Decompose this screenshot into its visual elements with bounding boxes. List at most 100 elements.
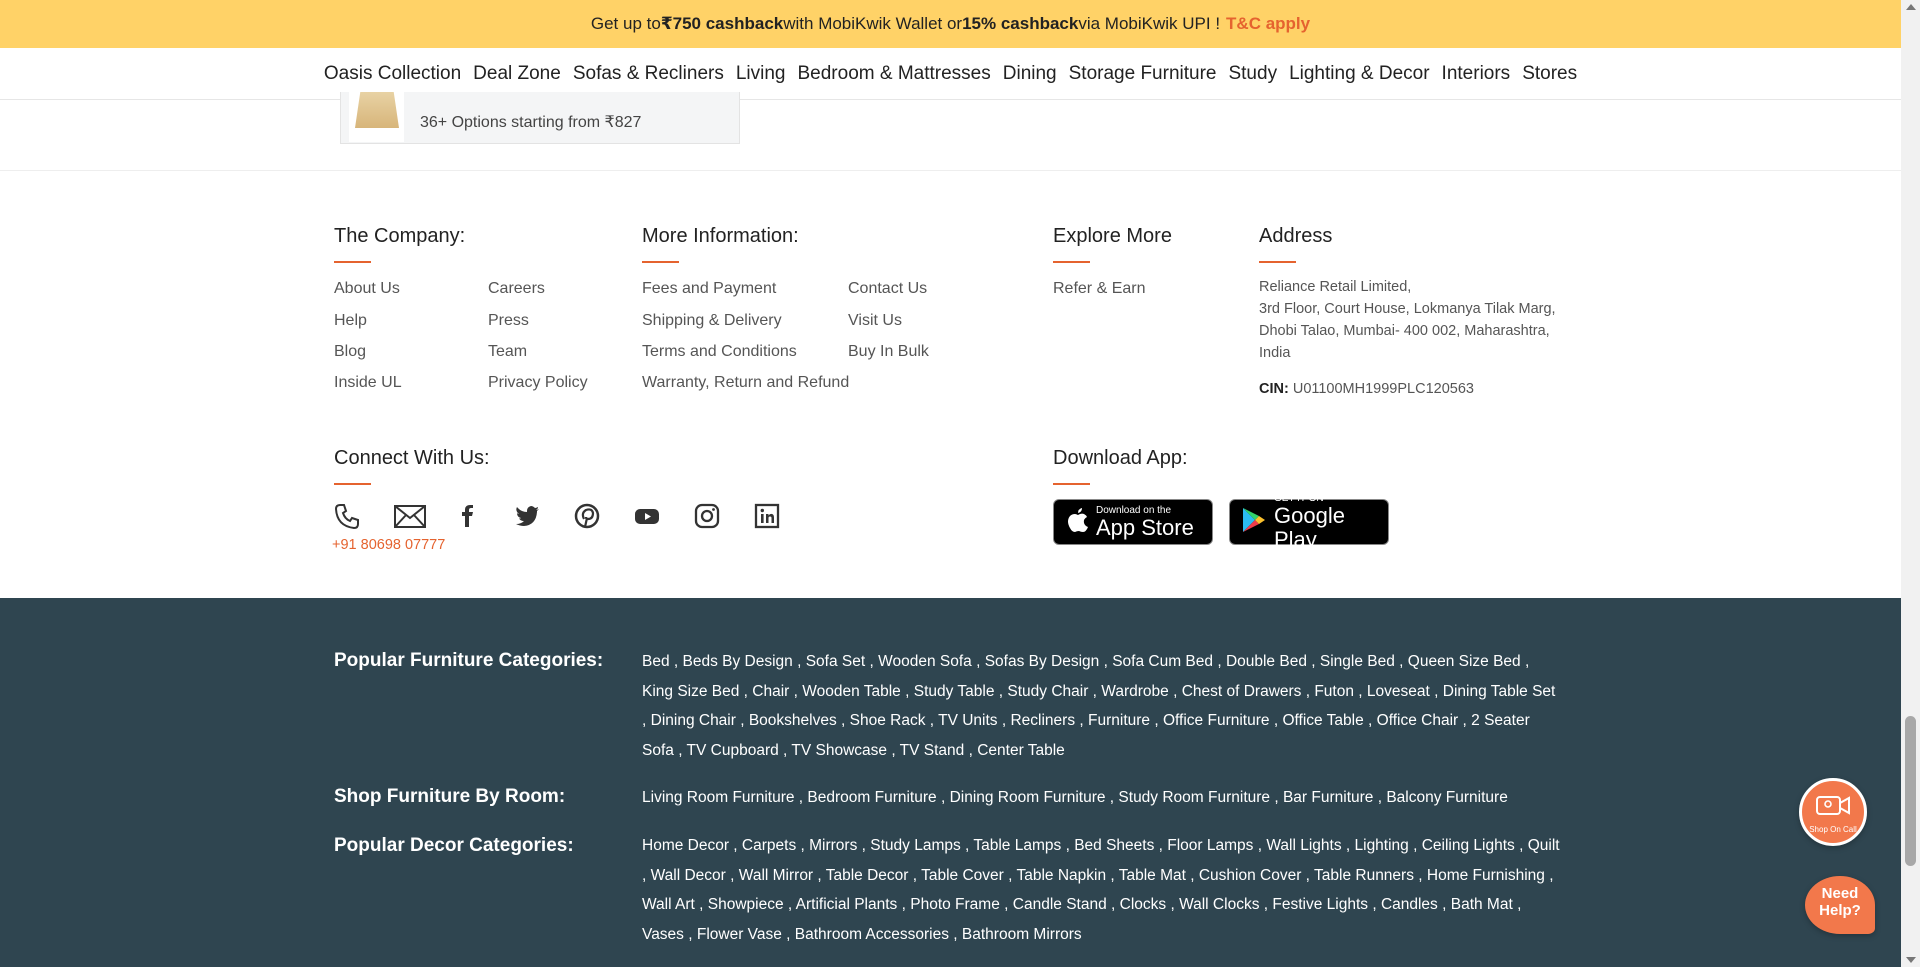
category-link[interactable]: Bath Mat	[1451, 896, 1513, 913]
category-link[interactable]: Beds By Design	[683, 653, 793, 670]
category-link[interactable]: Wooden Table	[802, 683, 901, 700]
category-link[interactable]: Office Table	[1282, 712, 1363, 729]
category-link[interactable]: Carpets	[742, 837, 796, 854]
youtube-icon[interactable]	[632, 501, 662, 531]
category-link[interactable]: Cushion Cover	[1199, 867, 1302, 884]
category-link[interactable]: Living Room Furniture	[642, 789, 794, 806]
category-link[interactable]: Table Napkin	[1016, 867, 1106, 884]
category-link[interactable]: Home Furnishing	[1427, 867, 1545, 884]
category-link[interactable]: Table Cover	[921, 867, 1004, 884]
category-link[interactable]: Study Room Furniture	[1118, 789, 1270, 806]
tc-link[interactable]: T&C apply	[1226, 14, 1310, 34]
scroll-down-arrow-icon[interactable]	[1906, 957, 1916, 963]
category-link[interactable]: Dining Room Furniture	[950, 789, 1106, 806]
category-link[interactable]: Mirrors	[809, 837, 857, 854]
category-link[interactable]: Furniture	[1088, 712, 1150, 729]
nav-living[interactable]: Living	[736, 63, 786, 85]
category-link[interactable]: Study Lamps	[870, 837, 960, 854]
category-link[interactable]: Wall Lights	[1266, 837, 1341, 854]
category-link[interactable]: Photo Frame	[910, 896, 1000, 913]
category-link[interactable]: Chest of Drawers	[1182, 683, 1302, 700]
category-link[interactable]: Table Decor	[826, 867, 909, 884]
category-link[interactable]: TV Units	[938, 712, 997, 729]
category-link[interactable]: Dining Table Set	[1443, 683, 1556, 700]
mail-icon[interactable]	[393, 501, 427, 531]
category-link[interactable]: Bed Sheets	[1074, 837, 1154, 854]
link-blog[interactable]: Blog	[334, 343, 366, 361]
category-link[interactable]: Wall Art	[642, 896, 695, 913]
category-link[interactable]: Candle Stand	[1013, 896, 1107, 913]
category-link[interactable]: Floor Lamps	[1167, 837, 1253, 854]
category-link[interactable]: Vases	[642, 926, 684, 943]
link-refer-earn[interactable]: Refer & Earn	[1053, 280, 1145, 298]
category-link[interactable]: Artificial Plants	[796, 896, 898, 913]
category-link[interactable]: Bathroom Mirrors	[962, 926, 1082, 943]
category-link[interactable]: Study Chair	[1007, 683, 1088, 700]
shop-on-call-button[interactable]: Shop On Call	[1799, 778, 1867, 846]
link-fees-payment[interactable]: Fees and Payment	[642, 280, 776, 298]
nav-lighting-decor[interactable]: Lighting & Decor	[1289, 63, 1429, 85]
twitter-icon[interactable]	[512, 501, 542, 531]
link-shipping-delivery[interactable]: Shipping & Delivery	[642, 312, 782, 330]
category-link[interactable]: Wall Clocks	[1179, 896, 1259, 913]
link-inside-ul[interactable]: Inside UL	[334, 374, 402, 392]
need-help-button[interactable]: Need Help?	[1805, 876, 1875, 934]
instagram-icon[interactable]	[692, 501, 722, 531]
category-link[interactable]: Sofa Cum Bed	[1112, 653, 1213, 670]
category-link[interactable]: Queen Size Bed	[1408, 653, 1521, 670]
facebook-icon[interactable]	[452, 501, 482, 531]
phone-icon[interactable]	[332, 501, 362, 531]
nav-oasis-collection[interactable]: Oasis Collection	[324, 63, 461, 85]
category-link[interactable]: Ceiling Lights	[1422, 837, 1515, 854]
category-link[interactable]: Quilt	[1528, 837, 1560, 854]
category-link[interactable]: Office Chair	[1377, 712, 1459, 729]
category-link[interactable]: Sofa Set	[806, 653, 865, 670]
link-about-us[interactable]: About Us	[334, 280, 400, 298]
category-link[interactable]: Lighting	[1355, 837, 1409, 854]
category-link[interactable]: Wall Mirror	[739, 867, 813, 884]
google-play-button[interactable]: GET IT ON Google Play	[1229, 493, 1389, 551]
pinterest-icon[interactable]	[572, 501, 602, 531]
category-link[interactable]: Sofas By Design	[985, 653, 1100, 670]
category-link[interactable]: Wooden Sofa	[878, 653, 972, 670]
scrollbar-thumb[interactable]	[1905, 716, 1916, 866]
category-link[interactable]: King Size Bed	[642, 683, 739, 700]
category-link[interactable]: Shoe Rack	[850, 712, 926, 729]
category-link[interactable]: Loveseat	[1367, 683, 1430, 700]
category-link[interactable]: Candles	[1381, 896, 1438, 913]
category-link[interactable]: Bar Furniture	[1283, 789, 1373, 806]
category-link[interactable]: Bed	[642, 653, 670, 670]
category-link[interactable]: TV Cupboard	[687, 742, 779, 759]
category-link[interactable]: Table Runners	[1314, 867, 1414, 884]
category-link[interactable]: Clocks	[1120, 896, 1167, 913]
category-link[interactable]: Recliners	[1010, 712, 1075, 729]
link-privacy-policy[interactable]: Privacy Policy	[488, 374, 588, 392]
category-link[interactable]: Flower Vase	[697, 926, 782, 943]
nav-storage-furniture[interactable]: Storage Furniture	[1069, 63, 1217, 85]
link-careers[interactable]: Careers	[488, 280, 545, 298]
link-terms-conditions[interactable]: Terms and Conditions	[642, 343, 797, 361]
link-buy-in-bulk[interactable]: Buy In Bulk	[848, 343, 929, 361]
category-link[interactable]: Balcony Furniture	[1386, 789, 1507, 806]
nav-bedroom-mattresses[interactable]: Bedroom & Mattresses	[798, 63, 991, 85]
category-link[interactable]: Wardrobe	[1101, 683, 1168, 700]
nav-stores[interactable]: Stores	[1522, 63, 1577, 85]
nav-study[interactable]: Study	[1228, 63, 1277, 85]
link-press[interactable]: Press	[488, 312, 529, 330]
category-link[interactable]: Double Bed	[1226, 653, 1307, 670]
category-link[interactable]: Home Decor	[642, 837, 729, 854]
page-scrollbar[interactable]	[1901, 0, 1920, 967]
category-link[interactable]: Festive Lights	[1272, 896, 1368, 913]
category-link[interactable]: Bathroom Accessories	[795, 926, 949, 943]
category-link[interactable]: Single Bed	[1320, 653, 1395, 670]
category-link[interactable]: Bedroom Furniture	[807, 789, 936, 806]
nav-sofas-recliners[interactable]: Sofas & Recliners	[573, 63, 724, 85]
category-link[interactable]: Bookshelves	[749, 712, 837, 729]
nav-interiors[interactable]: Interiors	[1442, 63, 1511, 85]
app-store-button[interactable]: Download on the App Store	[1053, 499, 1213, 545]
link-warranty-return-refund[interactable]: Warranty, Return and Refund	[642, 374, 849, 392]
linkedin-icon[interactable]	[752, 501, 782, 531]
category-link[interactable]: Table Lamps	[973, 837, 1061, 854]
link-help[interactable]: Help	[334, 312, 367, 330]
category-link[interactable]: Showpiece	[708, 896, 784, 913]
